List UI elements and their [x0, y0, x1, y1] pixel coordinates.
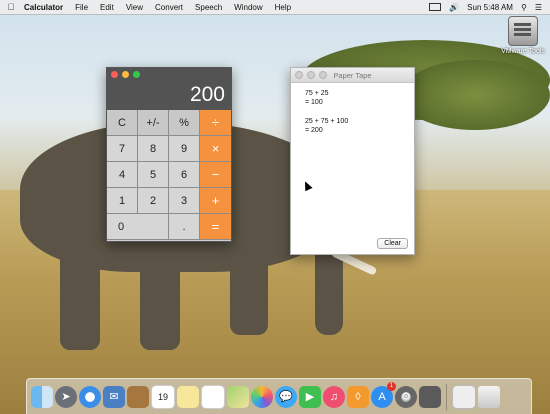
subtract-key[interactable]: − [200, 162, 231, 188]
digit-1-key[interactable]: 1 [107, 188, 138, 214]
paper-tape-window: Paper Tape 75 + 25 = 100 25 + 75 + 100 =… [290, 67, 415, 255]
maps-icon[interactable] [227, 385, 249, 408]
menu-view[interactable]: View [120, 3, 149, 12]
menu-convert[interactable]: Convert [149, 3, 189, 12]
contacts-icon[interactable] [127, 385, 149, 408]
calendar-icon[interactable]: 19 [151, 384, 175, 409]
trash-icon[interactable] [478, 385, 500, 408]
zoom-button[interactable] [133, 70, 140, 78]
digit-0-key[interactable]: 0 [107, 214, 169, 240]
divide-key[interactable]: ÷ [200, 110, 231, 136]
percent-key[interactable]: % [169, 110, 200, 136]
volume-icon[interactable]: 🔊 [449, 3, 459, 12]
equals-key[interactable]: = [200, 214, 231, 240]
safari-icon[interactable] [79, 385, 101, 408]
app-store-icon[interactable]: A 1 [371, 381, 396, 408]
downloads-stack-icon[interactable] [452, 384, 476, 409]
menu-window[interactable]: Window [228, 3, 268, 12]
digit-6-key[interactable]: 6 [169, 162, 200, 188]
clock[interactable]: Sun 5:48 AM [467, 3, 513, 12]
calculator-dock-icon[interactable] [419, 385, 441, 408]
minimize-button[interactable] [122, 70, 129, 78]
calendar-date: 19 [157, 391, 168, 402]
digit-9-key[interactable]: 9 [169, 136, 200, 162]
app-store-badge: 1 [387, 381, 396, 391]
dock-separator [446, 383, 447, 410]
digit-2-key[interactable]: 2 [138, 188, 169, 214]
digit-3-key[interactable]: 3 [169, 188, 200, 214]
disk-icon [508, 16, 538, 46]
messages-icon[interactable]: 💬 [275, 385, 297, 408]
decimal-key[interactable]: . [169, 214, 200, 240]
app-menu-calculator[interactable]: Calculator [22, 3, 69, 12]
reminders-icon[interactable] [201, 384, 225, 409]
calculator-window: 200 C +/- % ÷ 7 8 9 × 4 5 6 − 1 2 3 + 0 … [106, 67, 232, 242]
calculator-keypad: C +/- % ÷ 7 8 9 × 4 5 6 − 1 2 3 + 0 . = [107, 110, 231, 266]
notes-icon[interactable] [177, 385, 199, 408]
finder-icon[interactable] [31, 385, 53, 408]
menu-help[interactable]: Help [269, 3, 297, 12]
spotlight-search-icon[interactable]: ⚲ [521, 3, 527, 12]
desktop-background [0, 0, 550, 414]
menu-speech[interactable]: Speech [189, 3, 228, 12]
close-button[interactable] [111, 70, 118, 78]
system-preferences-icon[interactable]: ⚙ [395, 385, 417, 408]
ibooks-icon[interactable]: ◊ [347, 385, 369, 408]
notification-center-icon[interactable]: ☰ [535, 3, 542, 12]
elephant-leg [230, 245, 268, 335]
clear-button[interactable]: Clear [377, 238, 408, 249]
add-key[interactable]: + [200, 188, 231, 214]
photos-icon[interactable] [251, 385, 273, 408]
vmware-tools-desktop-icon[interactable]: VMware Tools [500, 16, 546, 55]
vmware-tools-label: VMware Tools [501, 48, 545, 55]
tape-line: 75 + 25 [305, 90, 329, 97]
tape-line: 25 + 75 + 100 [305, 118, 349, 125]
facetime-icon[interactable]: ▶ [299, 385, 321, 408]
calculator-display: 200 [107, 80, 231, 110]
digit-8-key[interactable]: 8 [138, 136, 169, 162]
digit-5-key[interactable]: 5 [138, 162, 169, 188]
paper-tape-titlebar[interactable]: Paper Tape [291, 68, 414, 83]
tape-line: = 200 [305, 127, 323, 134]
elephant-leg [60, 240, 100, 350]
menu-bar:  Calculator File Edit View Convert Spee… [0, 0, 550, 15]
dock: ➤ ✉ 19 💬 ▶ ♫ ◊ A 1 ⚙ [26, 378, 532, 414]
plus-minus-key[interactable]: +/- [138, 110, 169, 136]
menu-file[interactable]: File [69, 3, 94, 12]
window-title: Paper Tape [333, 70, 372, 80]
digit-4-key[interactable]: 4 [107, 162, 138, 188]
menu-edit[interactable]: Edit [94, 3, 120, 12]
launchpad-icon[interactable]: ➤ [55, 385, 77, 408]
mail-icon[interactable]: ✉ [103, 385, 125, 408]
calculator-titlebar[interactable] [107, 68, 231, 80]
digit-7-key[interactable]: 7 [107, 136, 138, 162]
tree-canopy [400, 60, 550, 130]
tape-line: = 100 [305, 99, 323, 106]
clear-key[interactable]: C [107, 110, 138, 136]
tape-content: 75 + 25 = 100 25 + 75 + 100 = 200 [291, 83, 414, 135]
multiply-key[interactable]: × [200, 136, 231, 162]
display-icon[interactable] [429, 3, 442, 11]
apple-menu-icon[interactable]:  [0, 2, 22, 12]
itunes-icon[interactable]: ♫ [323, 385, 345, 408]
status-area: 🔊 Sun 5:48 AM ⚲ ☰ [429, 3, 550, 12]
